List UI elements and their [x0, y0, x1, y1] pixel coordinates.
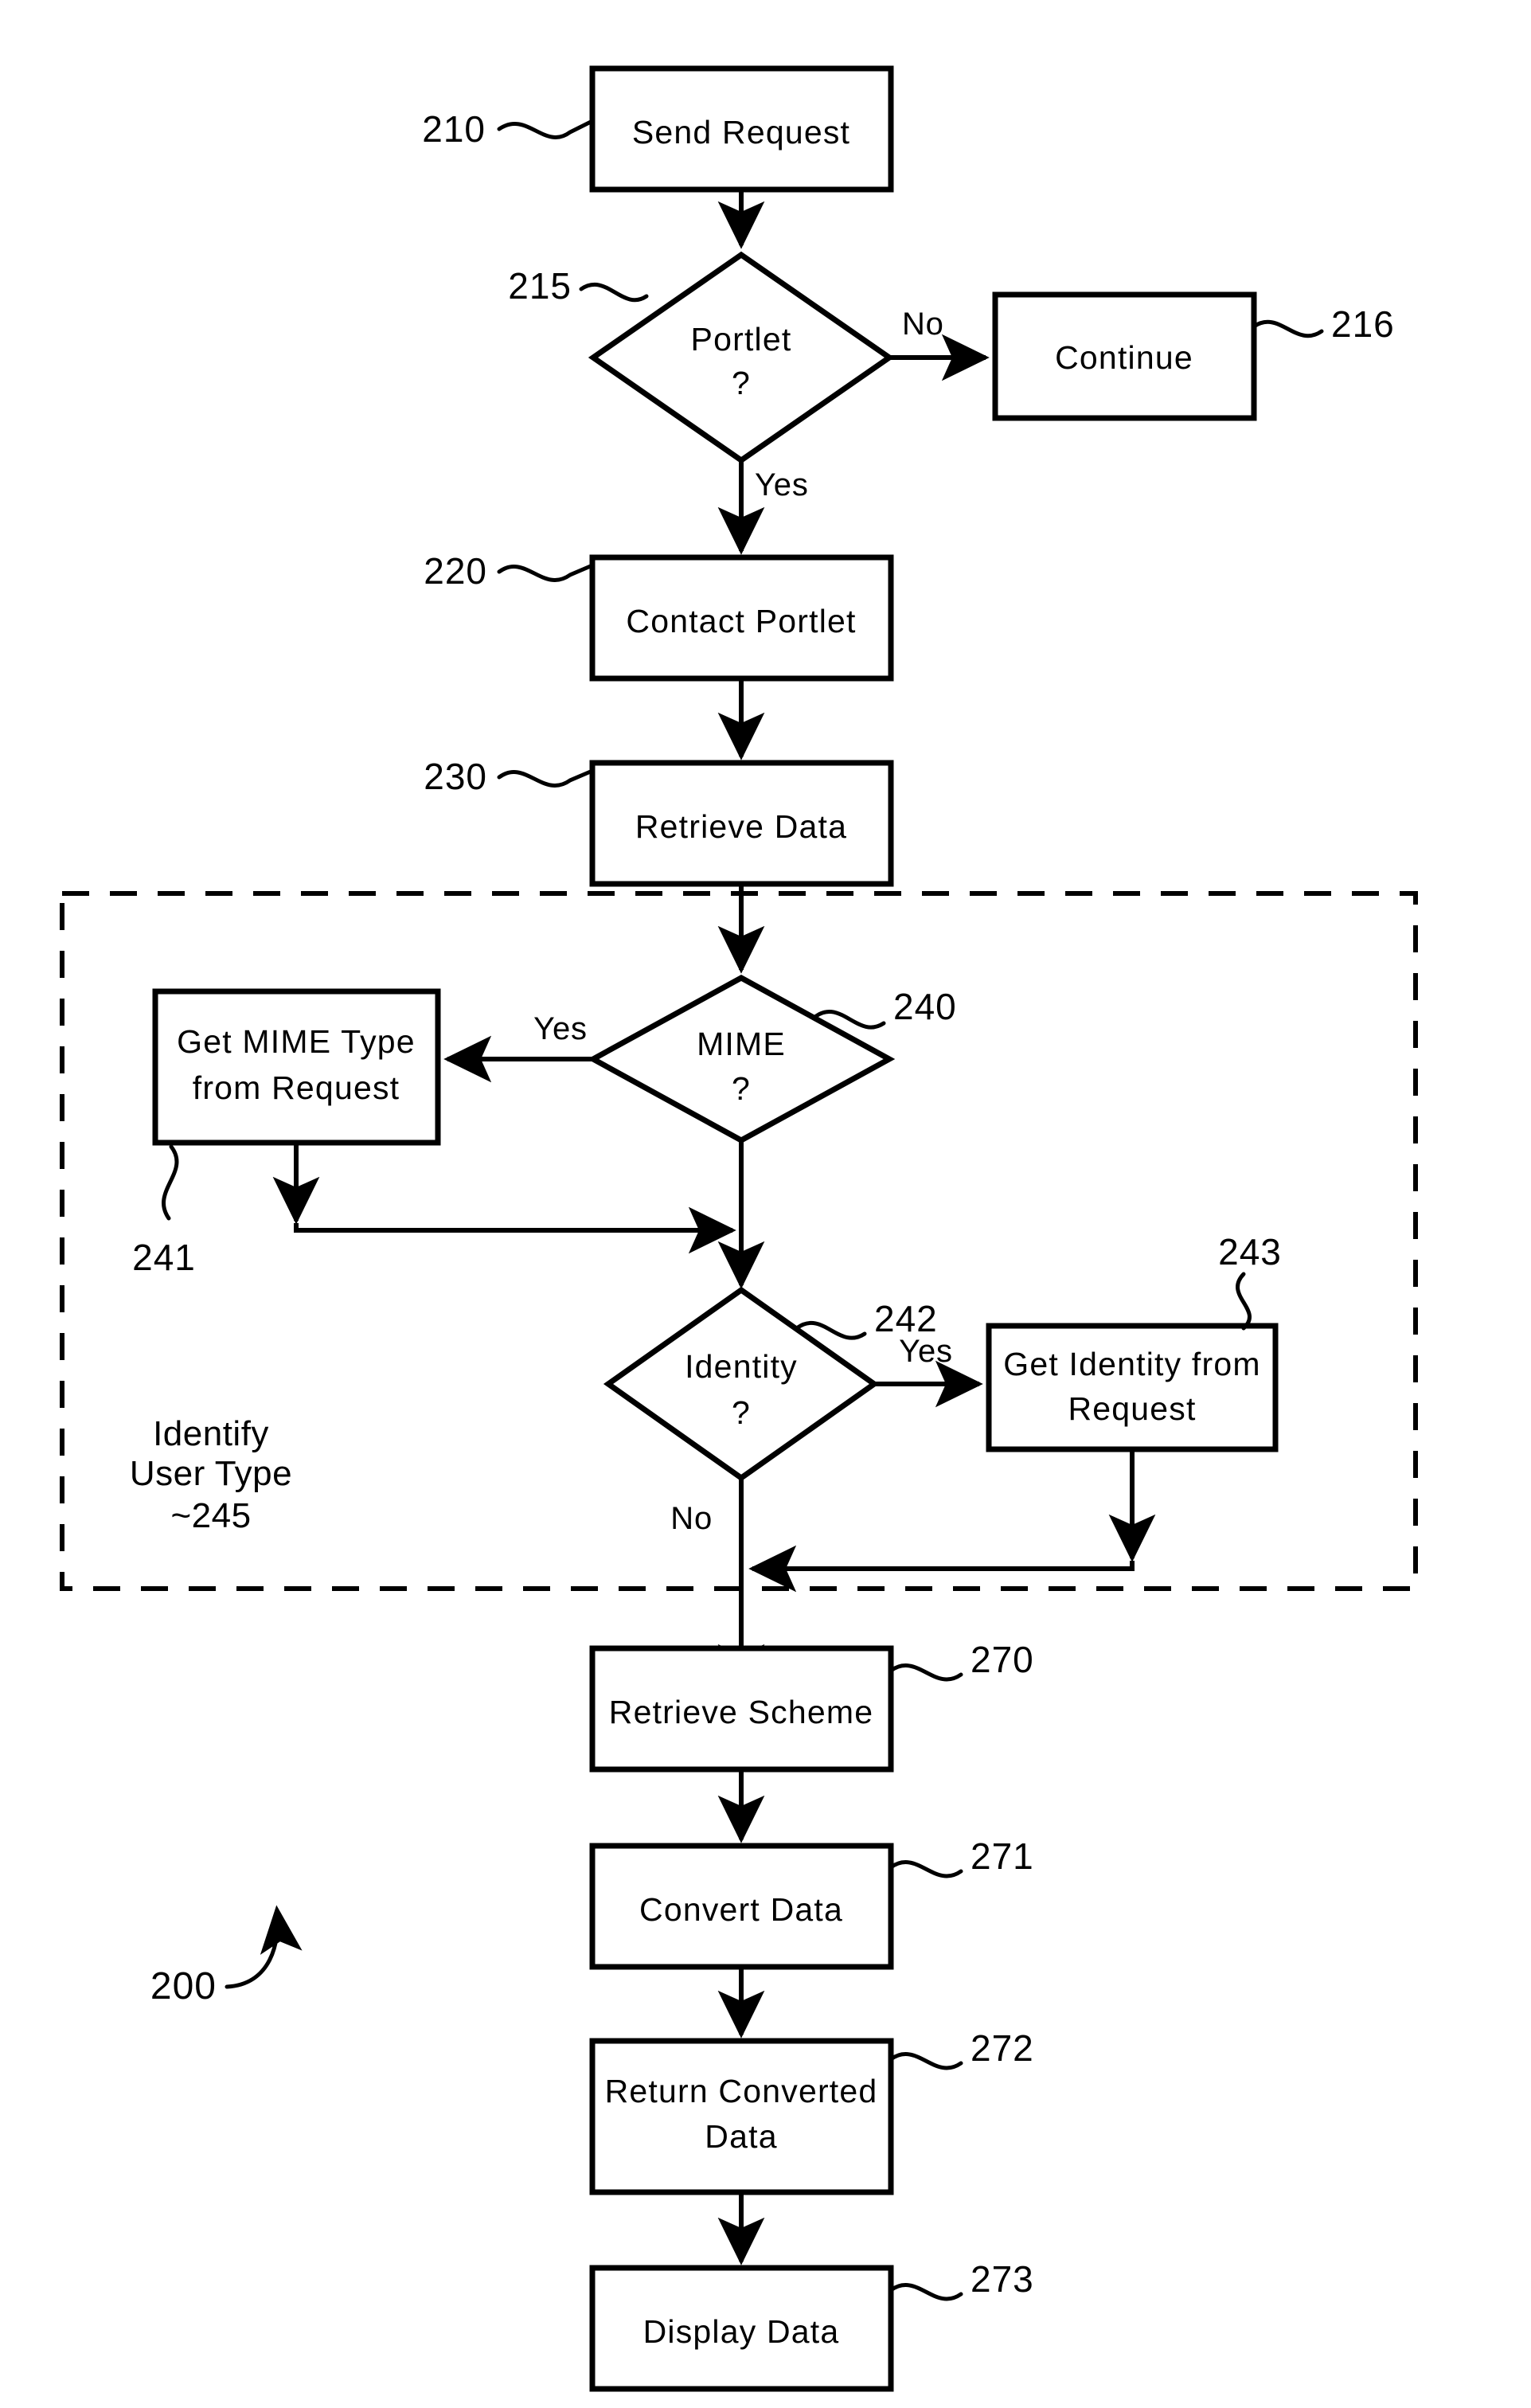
edge-get-identity-rejoin: [748, 1545, 1135, 1593]
node-return-converted-data[interactable]: [589, 2038, 894, 2195]
lead-line-243: [1236, 1272, 1252, 1331]
node-get-mime-type[interactable]: [152, 988, 441, 1146]
figure-ref-number-200: 200: [150, 1965, 217, 2007]
node-get-identity[interactable]: [986, 1323, 1279, 1452]
node-convert-data-label: Convert Data: [639, 1891, 843, 1928]
patent-figure-200: Identify User Type ~245 Send Request 210…: [0, 0, 1531, 2408]
ref-number-270: 270: [971, 1639, 1034, 1680]
ref-number-243: 243: [1218, 1231, 1282, 1272]
node-display-data-label: Display Data: [643, 2313, 840, 2350]
lead-line-210: [497, 119, 595, 139]
group-caption-line1: Identify: [153, 1414, 269, 1453]
ref-number-241: 241: [132, 1237, 196, 1278]
lead-line-220: [497, 563, 595, 582]
node-get-mime-type-line2: from Request: [193, 1069, 400, 1106]
node-get-identity-line1: Get Identity from: [1003, 1346, 1260, 1382]
ref-number-210: 210: [422, 108, 486, 150]
node-get-mime-type-line1: Get MIME Type: [177, 1023, 416, 1060]
node-return-converted-data-line2: Data: [705, 2118, 777, 2155]
edge-label-portlet-no: No: [902, 307, 944, 342]
node-return-converted-data-line1: Return Converted: [605, 2073, 878, 2109]
node-contact-portlet-label: Contact Portlet: [626, 603, 856, 639]
group-caption-line2: User Type: [130, 1454, 292, 1493]
group-ref-245: ~245: [170, 1496, 251, 1535]
node-retrieve-data-label: Retrieve Data: [635, 808, 847, 845]
edge-label-identity-yes: Yes: [899, 1334, 953, 1369]
node-mime-decision-question: ?: [732, 1070, 751, 1107]
lead-line-216: [1252, 319, 1324, 338]
figure-ref-arrow: [225, 1905, 303, 1989]
node-identity-decision-label: Identity: [685, 1348, 798, 1385]
edge-label-mime-yes: Yes: [533, 1011, 588, 1046]
lead-line-273: [889, 2283, 963, 2301]
node-continue-label: Continue: [1055, 339, 1193, 376]
flowchart-canvas: Identify User Type ~245 Send Request 210…: [60, 65, 1418, 2392]
ref-number-230: 230: [424, 756, 487, 797]
ref-number-220: 220: [424, 550, 487, 592]
node-portlet-decision[interactable]: [588, 251, 895, 464]
ref-number-271: 271: [971, 1835, 1034, 1877]
node-mime-decision-label: MIME: [697, 1026, 786, 1062]
node-portlet-decision-label: Portlet: [691, 321, 792, 358]
lead-line-215: [579, 282, 649, 303]
edge-get-mime-type-rejoin: [294, 1206, 736, 1254]
node-portlet-decision-question: ?: [732, 365, 751, 401]
ref-number-272: 272: [971, 2027, 1034, 2069]
edge-label-portlet-yes: Yes: [755, 467, 809, 502]
ref-number-240: 240: [893, 986, 957, 1027]
lead-line-230: [497, 768, 595, 788]
lead-line-271: [889, 1860, 963, 1878]
ref-number-216: 216: [1331, 303, 1395, 345]
node-send-request-label: Send Request: [632, 114, 850, 150]
lead-line-270: [889, 1663, 963, 1682]
lead-line-241: [162, 1144, 179, 1221]
node-identity-decision-question: ?: [732, 1394, 751, 1431]
node-retrieve-scheme-label: Retrieve Scheme: [609, 1694, 873, 1730]
lead-line-272: [889, 2052, 963, 2070]
ref-number-215: 215: [508, 265, 572, 307]
edge-label-identity-no: No: [670, 1501, 713, 1536]
ref-number-273: 273: [971, 2258, 1034, 2300]
node-get-identity-line2: Request: [1068, 1390, 1196, 1427]
